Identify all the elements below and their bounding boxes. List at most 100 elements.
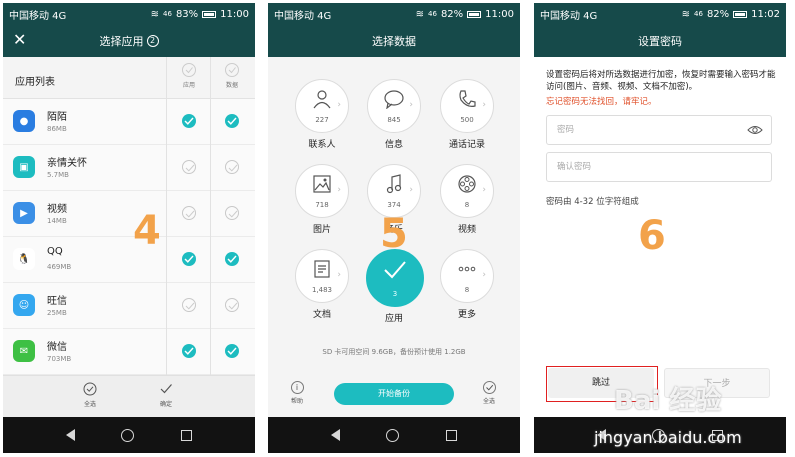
page-title: 选择应用 [99,35,144,48]
data-checkbox[interactable] [225,298,239,312]
item-count: 8 [464,201,470,209]
signal-label: 46 [694,10,703,18]
app-name: 陌陌 [47,112,67,123]
category-label: 文档 [312,310,331,320]
category-contacts[interactable]: › 227 联系人 [294,79,350,150]
app-checkbox[interactable] [182,298,196,312]
check-circle-icon [482,381,496,394]
password-input[interactable] [547,116,771,144]
category-circle[interactable]: › 718 [295,164,349,218]
app-name: 微信 [47,342,67,353]
confirm-button[interactable]: 确定 [146,382,186,408]
category-circle[interactable]: 3 [366,249,424,307]
password-field[interactable] [546,115,772,145]
list-header: 应用列表 应用 数据 [3,57,255,99]
next-button[interactable]: 下一步 [664,368,770,398]
select-all-button[interactable]: 全选 [70,382,110,408]
data-checkbox[interactable] [225,206,239,220]
confirm-label: 确定 [159,401,172,408]
app-checkbox[interactable] [182,160,196,174]
carrier-label: 中国移动 4G [540,10,598,22]
battery-icon [202,10,217,18]
home-icon[interactable] [652,428,666,442]
category-message[interactable]: › 845 信息 [366,79,422,150]
recents-icon[interactable] [180,429,192,441]
column-divider [166,57,167,377]
app-size: 5.7MB [47,171,69,179]
confirm-password-field[interactable] [546,152,772,182]
category-circle[interactable]: › 8 [440,249,494,303]
qq-icon: 🐧 [13,248,35,270]
home-icon[interactable] [386,428,400,442]
title-bar: 选择数据 [268,25,520,57]
momo-icon: ● [13,110,35,132]
battery-percent: 82% [706,8,730,20]
battery-percent: 82% [440,8,464,20]
data-checkbox[interactable] [225,114,239,128]
category-circle[interactable]: › 227 [295,79,349,133]
select-all-apps-column[interactable]: 应用 [177,63,201,89]
back-icon[interactable] [597,429,607,441]
check-circle-icon [225,63,239,77]
data-checkbox[interactable] [225,344,239,358]
recents-icon[interactable] [445,429,457,441]
category-circle[interactable]: › 8 [440,164,494,218]
step-number: 4 [133,208,161,254]
app-name: QQ [47,246,63,257]
check-circle-icon [83,382,97,396]
item-count: 3 [392,290,398,298]
wechat-icon: ✉ [13,340,35,362]
signal-label: 46 [163,10,172,18]
column-divider [210,57,211,377]
data-checkbox[interactable] [225,252,239,266]
forgot-warning: 忘记密码无法找回，请牢记。 [546,97,657,107]
column-label-data: 数据 [225,82,238,89]
select-all-button[interactable]: 全选 [474,381,504,405]
category-document[interactable]: › 1,483 文档 [294,249,350,320]
chevron-right-icon: › [337,100,341,110]
wangxin-icon: ☺ [13,294,35,316]
category-more[interactable]: › 8 更多 [439,249,495,320]
back-icon[interactable] [331,429,341,441]
category-label: 应用 [384,314,403,324]
skip-button[interactable]: 跳过 [548,368,654,398]
item-count: 845 [387,116,401,124]
app-checkbox[interactable] [182,252,196,266]
care-icon: ▣ [13,156,35,178]
category-check[interactable]: 3 应用 [366,249,424,324]
app-checkbox[interactable] [182,344,196,358]
carrier-label: 中国移动 4G [274,10,332,22]
step-number: 5 [380,211,408,257]
back-icon[interactable] [66,429,76,441]
video-icon: ▶ [13,202,35,224]
eye-icon[interactable] [747,124,763,136]
category-circle[interactable]: › 1,483 [295,249,349,303]
help-button[interactable]: i 帮助 [282,381,312,405]
category-circle[interactable]: › 374 [367,164,421,218]
system-nav-bar [268,417,520,453]
category-label: 信息 [384,140,403,150]
category-phone[interactable]: › 500 通话记录 [439,79,495,150]
close-icon[interactable]: ✕ [13,31,26,49]
recents-icon[interactable] [711,429,723,441]
category-film[interactable]: › 8 视频 [439,164,495,235]
app-size: 14MB [47,217,67,225]
select-all-data-column[interactable]: 数据 [220,63,244,89]
app-size: 25MB [47,309,67,317]
battery-fill [469,12,479,16]
start-backup-button[interactable]: 开始备份 [334,383,454,405]
category-circle[interactable]: › 500 [440,79,494,133]
category-circle[interactable]: › 845 [367,79,421,133]
signal-label: 46 [428,10,437,18]
confirm-password-input[interactable] [547,153,771,181]
bottom-action-bar: 全选 确定 [3,375,255,417]
category-picture[interactable]: › 718 图片 [294,164,350,235]
app-checkbox[interactable] [182,114,196,128]
data-checkbox[interactable] [225,160,239,174]
home-icon[interactable] [121,428,135,442]
app-checkbox[interactable] [182,206,196,220]
battery-percent: 83% [175,8,199,20]
category-label: 图片 [312,225,331,235]
chevron-right-icon: › [409,100,413,110]
selected-count-badge: 2 [146,35,159,47]
